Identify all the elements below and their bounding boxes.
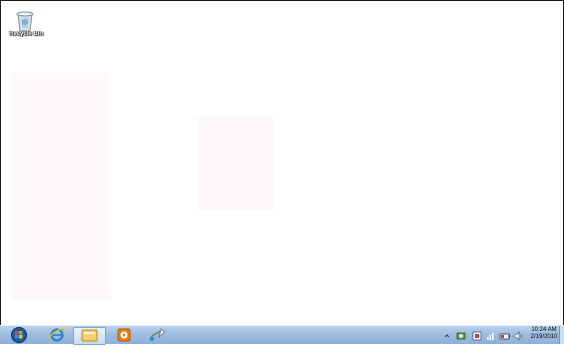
action-center-tray-button[interactable] — [471, 329, 483, 341]
wifi-icon — [486, 329, 496, 346]
volume-icon — [513, 329, 523, 346]
windows-explorer-icon — [74, 329, 105, 346]
taskbar-media-player-button[interactable] — [112, 327, 136, 343]
taskbar-internet-explorer-button[interactable] — [44, 327, 70, 343]
taskbar: 10:24 AM 2/19/2010 — [0, 325, 564, 345]
network-icon — [455, 329, 467, 346]
action-center-icon — [471, 329, 483, 346]
start-button[interactable] — [6, 327, 32, 343]
wifi-tray-button[interactable] — [486, 329, 496, 341]
show-desktop-button[interactable] — [559, 326, 564, 344]
clock-time: 10:24 AM — [531, 327, 557, 333]
desktop[interactable]: Recycle Bin — [0, 0, 564, 326]
network-tray-button[interactable] — [455, 329, 467, 341]
windows-orb-icon — [6, 327, 32, 347]
paint-icon — [141, 328, 173, 347]
faint-window-region — [12, 73, 111, 301]
clock-date: 2/19/2010 — [530, 334, 558, 340]
show-hidden-icons-button[interactable] — [443, 329, 451, 341]
faint-window-region — [198, 117, 273, 210]
chevron-up-icon — [443, 329, 451, 346]
taskbar-explorer-button[interactable] — [73, 327, 106, 345]
battery-icon — [499, 329, 511, 346]
media-player-icon — [112, 328, 136, 347]
volume-tray-button[interactable] — [513, 329, 523, 341]
internet-explorer-icon — [44, 328, 70, 347]
battery-tray-button[interactable] — [499, 329, 511, 341]
taskbar-paint-button[interactable] — [141, 327, 173, 343]
system-clock[interactable]: 10:24 AM 2/19/2010 — [525, 327, 563, 341]
recycle-bin-label: Recycle Bin — [8, 31, 44, 37]
recycle-bin-shortcut[interactable] — [7, 7, 43, 43]
